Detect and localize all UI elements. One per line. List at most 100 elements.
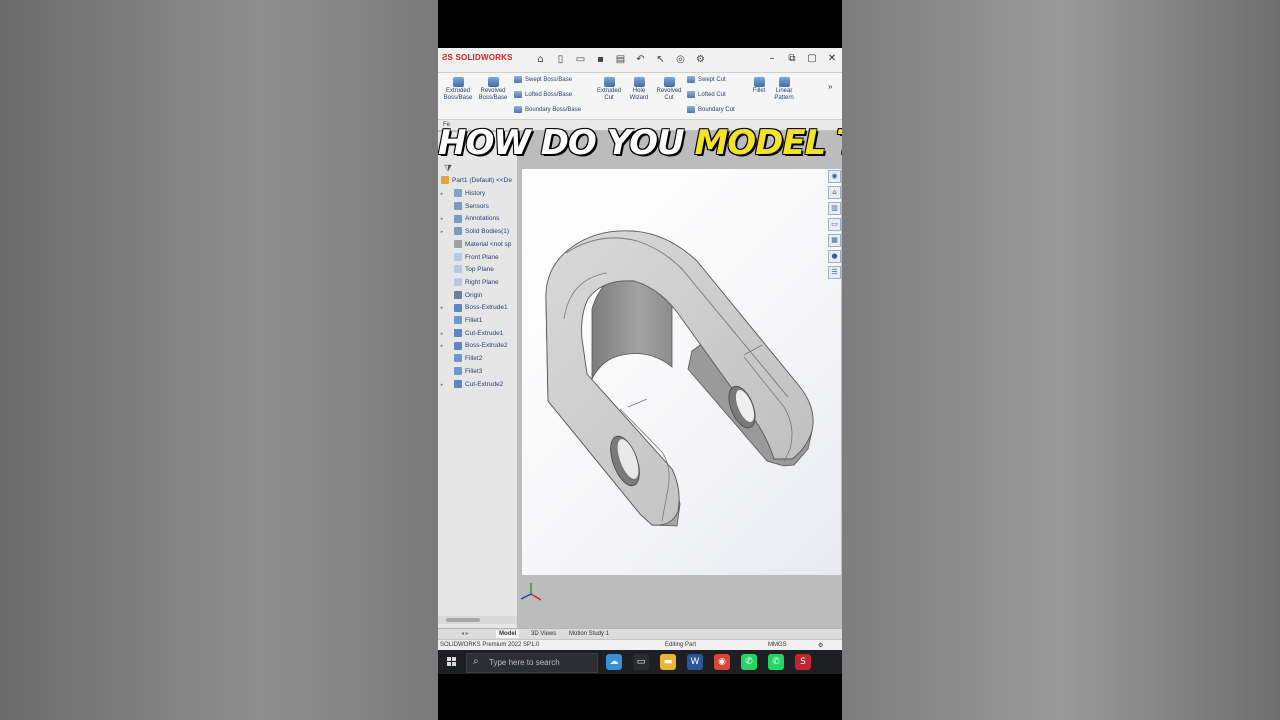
status-settings-icon[interactable]: ⚙ [818, 642, 823, 649]
fillet-button[interactable]: Fillet [749, 77, 769, 95]
new-file-icon[interactable]: ▯ [554, 53, 567, 66]
taskbar-search-box[interactable]: ⌕ Type here to search [466, 653, 598, 673]
whatsapp-business-icon[interactable]: ✆ [768, 654, 784, 670]
select-arrow-icon[interactable]: ↖ [654, 53, 667, 66]
swept-cut-icon [687, 76, 695, 83]
expand-arrow-icon[interactable]: ▸ [438, 302, 446, 314]
boundary-cut-button[interactable]: Boundary Cut [687, 106, 735, 114]
file-explorer-icon[interactable]: ▬ [660, 654, 676, 670]
expand-arrow-icon[interactable]: ▸ [438, 226, 446, 238]
appearances-icon[interactable]: ● [828, 250, 841, 263]
design-library-icon[interactable]: ▥ [828, 202, 841, 215]
restore-icon[interactable]: ⧉ [786, 52, 798, 66]
tree-horizontal-scrollbar[interactable] [438, 616, 517, 624]
swept-boss-button[interactable]: Swept Boss/Base [514, 76, 572, 84]
tree-root-part[interactable]: Part1 (Default) <<De [438, 175, 517, 187]
revolved-boss-label: Revolved Boss/Base [478, 88, 508, 101]
tree-item[interactable]: Fillet2 [438, 353, 517, 365]
tree-item[interactable]: ▸ Boss-Extrude2 [438, 340, 517, 352]
minimize-icon[interactable]: – [766, 52, 778, 66]
tree-item[interactable]: ▸ Annotations [438, 213, 517, 225]
tab-model[interactable]: Model [496, 630, 520, 638]
tree-item-label: Fillet1 [465, 317, 483, 324]
extruded-boss-button[interactable]: Extruded Boss/Base [443, 77, 473, 102]
clevis-bracket-model[interactable] [522, 169, 841, 575]
tab-navigation-arrows[interactable]: ◂ ▸ [458, 630, 472, 638]
options-icon[interactable]: ⚙ [694, 53, 707, 66]
undo-icon[interactable]: ↶ [634, 53, 647, 66]
tree-item[interactable]: Front Plane [438, 252, 517, 264]
tree-item[interactable]: ▸ Solid Bodies(1) [438, 226, 517, 238]
linear-pattern-label: Linear Pattern [774, 88, 794, 101]
tree-item[interactable]: ▸ History [438, 188, 517, 200]
expand-arrow-icon[interactable]: ▸ [438, 328, 446, 340]
maximize-icon[interactable]: ▢ [806, 52, 818, 66]
tree-item[interactable]: Material <not sp [438, 239, 517, 251]
lofted-boss-button[interactable]: Lofted Boss/Base [514, 91, 572, 99]
expand-arrow-icon[interactable]: ▸ [438, 340, 446, 352]
tree-item[interactable]: ▸ Cut-Extrude2 [438, 379, 517, 391]
solid-bodies-icon [454, 227, 462, 236]
whatsapp-icon[interactable]: ✆ [741, 654, 757, 670]
boss-extrude-icon [454, 341, 462, 350]
status-units[interactable]: MMGS [768, 642, 787, 648]
chrome-icon[interactable]: ◉ [714, 654, 730, 670]
task-view-icon[interactable]: ▭ [633, 654, 649, 670]
tree-item-label: History [465, 190, 486, 197]
home-icon[interactable]: ⌂ [534, 53, 547, 66]
hole-wizard-button[interactable]: Hole Wizard [626, 77, 652, 102]
weather-icon[interactable]: ☁ [606, 654, 622, 670]
graphics-area[interactable]: ◉ ⌂ ▥ ▭ ▦ ● ☰ [518, 132, 842, 638]
expand-arrow-icon[interactable]: ▸ [438, 379, 446, 391]
view-palette-icon[interactable]: ▦ [828, 234, 841, 247]
tree-item[interactable]: Right Plane [438, 277, 517, 289]
print-icon[interactable]: ▤ [614, 53, 627, 66]
save-icon[interactable]: ▪ [594, 53, 607, 66]
lofted-cut-button[interactable]: Lofted Cut [687, 91, 726, 99]
tree-item-label: Cut-Extrude2 [465, 380, 504, 388]
logo-text: SOLIDWORKS [455, 53, 513, 62]
word-icon[interactable]: W [687, 654, 703, 670]
ribbon-overflow-icon[interactable]: » [828, 83, 832, 91]
tree-item[interactable]: Sensors [438, 201, 517, 213]
boundary-boss-button[interactable]: Boundary Boss/Base [514, 106, 581, 114]
lofted-cut-label: Lofted Cut [698, 92, 726, 99]
revolved-boss-icon [487, 77, 499, 87]
scrollbar-thumb[interactable] [446, 618, 480, 622]
tree-item[interactable]: Origin [438, 290, 517, 302]
tree-item[interactable]: ▸ Boss-Extrude1 [438, 302, 517, 314]
custom-properties-icon[interactable]: ☰ [828, 266, 841, 279]
bottom-tab-bar: ◂ ▸ Model 3D Views Motion Study 1 [438, 628, 842, 639]
plane-icon [454, 278, 462, 287]
solidworks-icon[interactable]: S [795, 654, 811, 670]
revolved-cut-button[interactable]: Revolved Cut [654, 77, 684, 102]
linear-pattern-button[interactable]: Linear Pattern [771, 77, 797, 102]
tab-motion-study[interactable]: Motion Study 1 [566, 630, 612, 638]
window-controls: – ⧉ ▢ ✕ [766, 52, 838, 66]
home-pane-icon[interactable]: ⌂ [828, 186, 841, 199]
swept-cut-button[interactable]: Swept Cut [687, 76, 726, 84]
tree-item[interactable]: Fillet1 [438, 315, 517, 327]
tree-item[interactable]: Fillet3 [438, 366, 517, 378]
close-icon[interactable]: ✕ [826, 52, 838, 66]
fillet-icon [454, 316, 462, 325]
model-canvas[interactable] [522, 169, 841, 575]
search-placeholder: Type here to search [489, 658, 560, 667]
extruded-cut-button[interactable]: Extruded Cut [595, 77, 623, 102]
taskbar-apps: ☁ ▭ ▬ W ◉ ✆ ✆ S [606, 654, 811, 670]
tab-3d-views[interactable]: 3D Views [528, 630, 559, 638]
boundary-boss-label: Boundary Boss/Base [525, 107, 582, 114]
rebuild-icon[interactable]: ◎ [674, 53, 687, 66]
revolved-boss-button[interactable]: Revolved Boss/Base [477, 77, 509, 102]
expand-arrow-icon[interactable]: ▸ [438, 213, 446, 225]
lofted-boss-icon [514, 91, 522, 98]
open-icon[interactable]: ▭ [574, 53, 587, 66]
tree-item[interactable]: Top Plane [438, 264, 517, 276]
solidworks-resources-icon[interactable]: ◉ [828, 170, 841, 183]
expand-arrow-icon[interactable]: ▸ [438, 188, 446, 200]
tree-item[interactable]: ▸ Cut-Extrude1 [438, 328, 517, 340]
file-explorer-pane-icon[interactable]: ▭ [828, 218, 841, 231]
windows-start-icon[interactable] [447, 657, 457, 667]
tree-root-label: Part1 (Default) <<De [452, 177, 512, 184]
fillet-icon [454, 367, 462, 376]
